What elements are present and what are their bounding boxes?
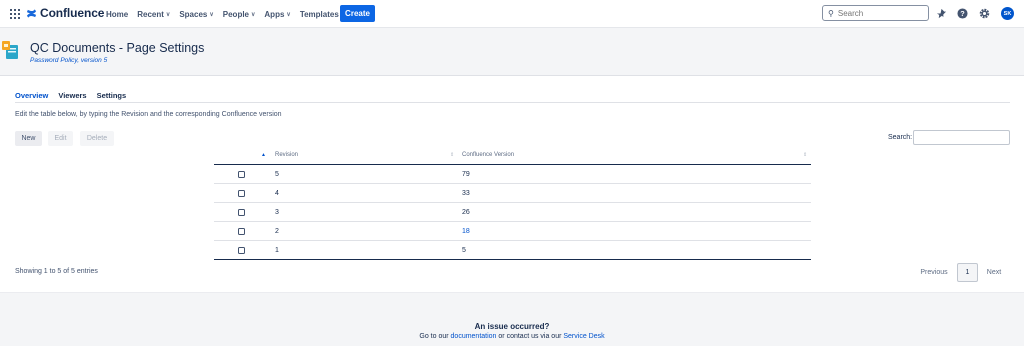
notifications-icon[interactable] xyxy=(936,8,947,19)
column-header-revision[interactable]: Revision xyxy=(275,152,298,158)
chevron-down-icon: ∨ xyxy=(286,11,291,18)
table-row[interactable]: 4 33 xyxy=(214,184,811,203)
page-header: QC Documents - Page Settings Password Po… xyxy=(0,28,1024,76)
cell-revision: 5 xyxy=(275,171,279,178)
logo-text: Confluence xyxy=(40,6,105,20)
nav-item-label: Recent xyxy=(137,9,164,19)
sort-both-icon[interactable]: ⇕ xyxy=(450,152,454,158)
help-icon[interactable]: ? xyxy=(957,8,968,19)
cell-revision: 4 xyxy=(275,190,279,197)
entries-info: Showing 1 to 5 of 5 entries xyxy=(15,268,98,275)
nav-item-templates[interactable]: Templates xyxy=(300,10,339,19)
current-page-button[interactable]: 1 xyxy=(957,263,978,282)
table-row[interactable]: 2 18 xyxy=(214,222,811,241)
cell-revision: 1 xyxy=(275,247,279,254)
svg-text:?: ? xyxy=(960,9,965,18)
global-search-input[interactable] xyxy=(837,8,923,18)
table-row[interactable]: 3 26 xyxy=(214,203,811,222)
footer-title: An issue occurred? xyxy=(474,322,550,331)
nav-item-spaces[interactable]: Spaces ∨ xyxy=(179,10,213,19)
nav-item-label: Home xyxy=(106,9,129,19)
table-row[interactable]: 15 xyxy=(214,241,811,260)
row-checkbox[interactable] xyxy=(238,171,245,178)
app-switcher-icon[interactable] xyxy=(10,9,20,19)
page-title: QC Documents - Page Settings xyxy=(30,41,205,55)
delete-button[interactable]: Delete xyxy=(80,131,114,146)
settings-gear-icon[interactable] xyxy=(979,8,990,19)
row-checkbox[interactable] xyxy=(238,247,245,254)
sort-asc-icon[interactable]: ▲ xyxy=(261,152,266,158)
documentation-link[interactable]: documentation xyxy=(451,333,497,340)
nav-item-people[interactable]: People ∨ xyxy=(223,10,256,19)
table-search-input[interactable] xyxy=(913,130,1010,145)
confluence-logo-icon xyxy=(26,8,37,18)
row-checkbox[interactable] xyxy=(238,190,245,197)
cell-confluence-version: 33 xyxy=(462,190,470,197)
table-body: 5 79 4 33 3 26 2 18 1 5 xyxy=(214,165,811,260)
cell-confluence-version: 26 xyxy=(462,209,470,216)
create-button[interactable]: Create xyxy=(340,5,375,22)
table-row[interactable]: 5 79 xyxy=(214,165,811,184)
next-page-button[interactable]: Next xyxy=(982,263,1006,282)
table-header: ▲ Revision ⇕ Confluence Version ⇕ xyxy=(214,148,811,165)
cell-confluence-version: 5 xyxy=(462,247,466,254)
search-icon: ⚲ xyxy=(828,8,834,18)
nav-item-recent[interactable]: Recent ∨ xyxy=(137,10,170,19)
cell-confluence-version[interactable]: 18 xyxy=(462,228,470,235)
footer-text-before: Go to our xyxy=(419,333,451,340)
footer-text: Go to our documentation or contact us vi… xyxy=(0,333,1024,340)
user-avatar[interactable]: SK xyxy=(1001,7,1014,20)
chevron-down-icon: ∨ xyxy=(165,11,171,18)
chevron-down-icon: ∨ xyxy=(209,11,214,18)
column-header-confluence-version[interactable]: Confluence Version xyxy=(462,152,514,158)
page-subtitle-link[interactable]: Password Policy, version 5 xyxy=(30,57,107,64)
revisions-table: ▲ Revision ⇕ Confluence Version ⇕ 5 79 4 33… xyxy=(214,148,811,260)
service-desk-link[interactable]: Service Desk xyxy=(563,333,604,340)
global-search[interactable]: ⚲ xyxy=(822,5,929,21)
previous-page-button[interactable]: Previous xyxy=(915,263,953,282)
top-navigation: Confluence Home Recent ∨ Spaces ∨ People ∨ Apps… xyxy=(0,0,1024,28)
nav-item-home[interactable]: Home xyxy=(106,10,128,19)
row-checkbox[interactable] xyxy=(238,209,245,216)
nav-item-label: Apps xyxy=(264,9,285,19)
edit-button[interactable]: Edit xyxy=(48,131,73,146)
confluence-logo[interactable]: Confluence xyxy=(26,6,104,20)
row-checkbox[interactable] xyxy=(238,228,245,235)
nav-item-label: People xyxy=(222,9,249,19)
nav-menu: Home Recent ∨ Spaces ∨ People ∨ Apps ∨ Templates xyxy=(106,0,348,28)
nav-item-apps[interactable]: Apps ∨ xyxy=(264,10,290,19)
cell-revision: 3 xyxy=(275,209,279,216)
footer-text-middle: or contact us via our xyxy=(496,333,564,340)
description-text: Edit the table below, by typing the Revi… xyxy=(15,111,282,118)
sort-both-icon[interactable]: ⇕ xyxy=(803,152,807,158)
cell-revision: 2 xyxy=(275,228,279,235)
tabs-divider xyxy=(15,102,1010,103)
nav-item-label: Templates xyxy=(299,9,339,19)
page-footer: An issue occurred? Go to our documentati… xyxy=(0,292,1024,346)
new-button[interactable]: New xyxy=(15,131,42,146)
app-document-icon xyxy=(2,41,18,59)
cell-confluence-version: 79 xyxy=(462,171,470,178)
table-search-label: Search: xyxy=(888,134,913,141)
nav-item-label: Spaces xyxy=(179,9,208,19)
chevron-down-icon: ∨ xyxy=(251,11,256,18)
